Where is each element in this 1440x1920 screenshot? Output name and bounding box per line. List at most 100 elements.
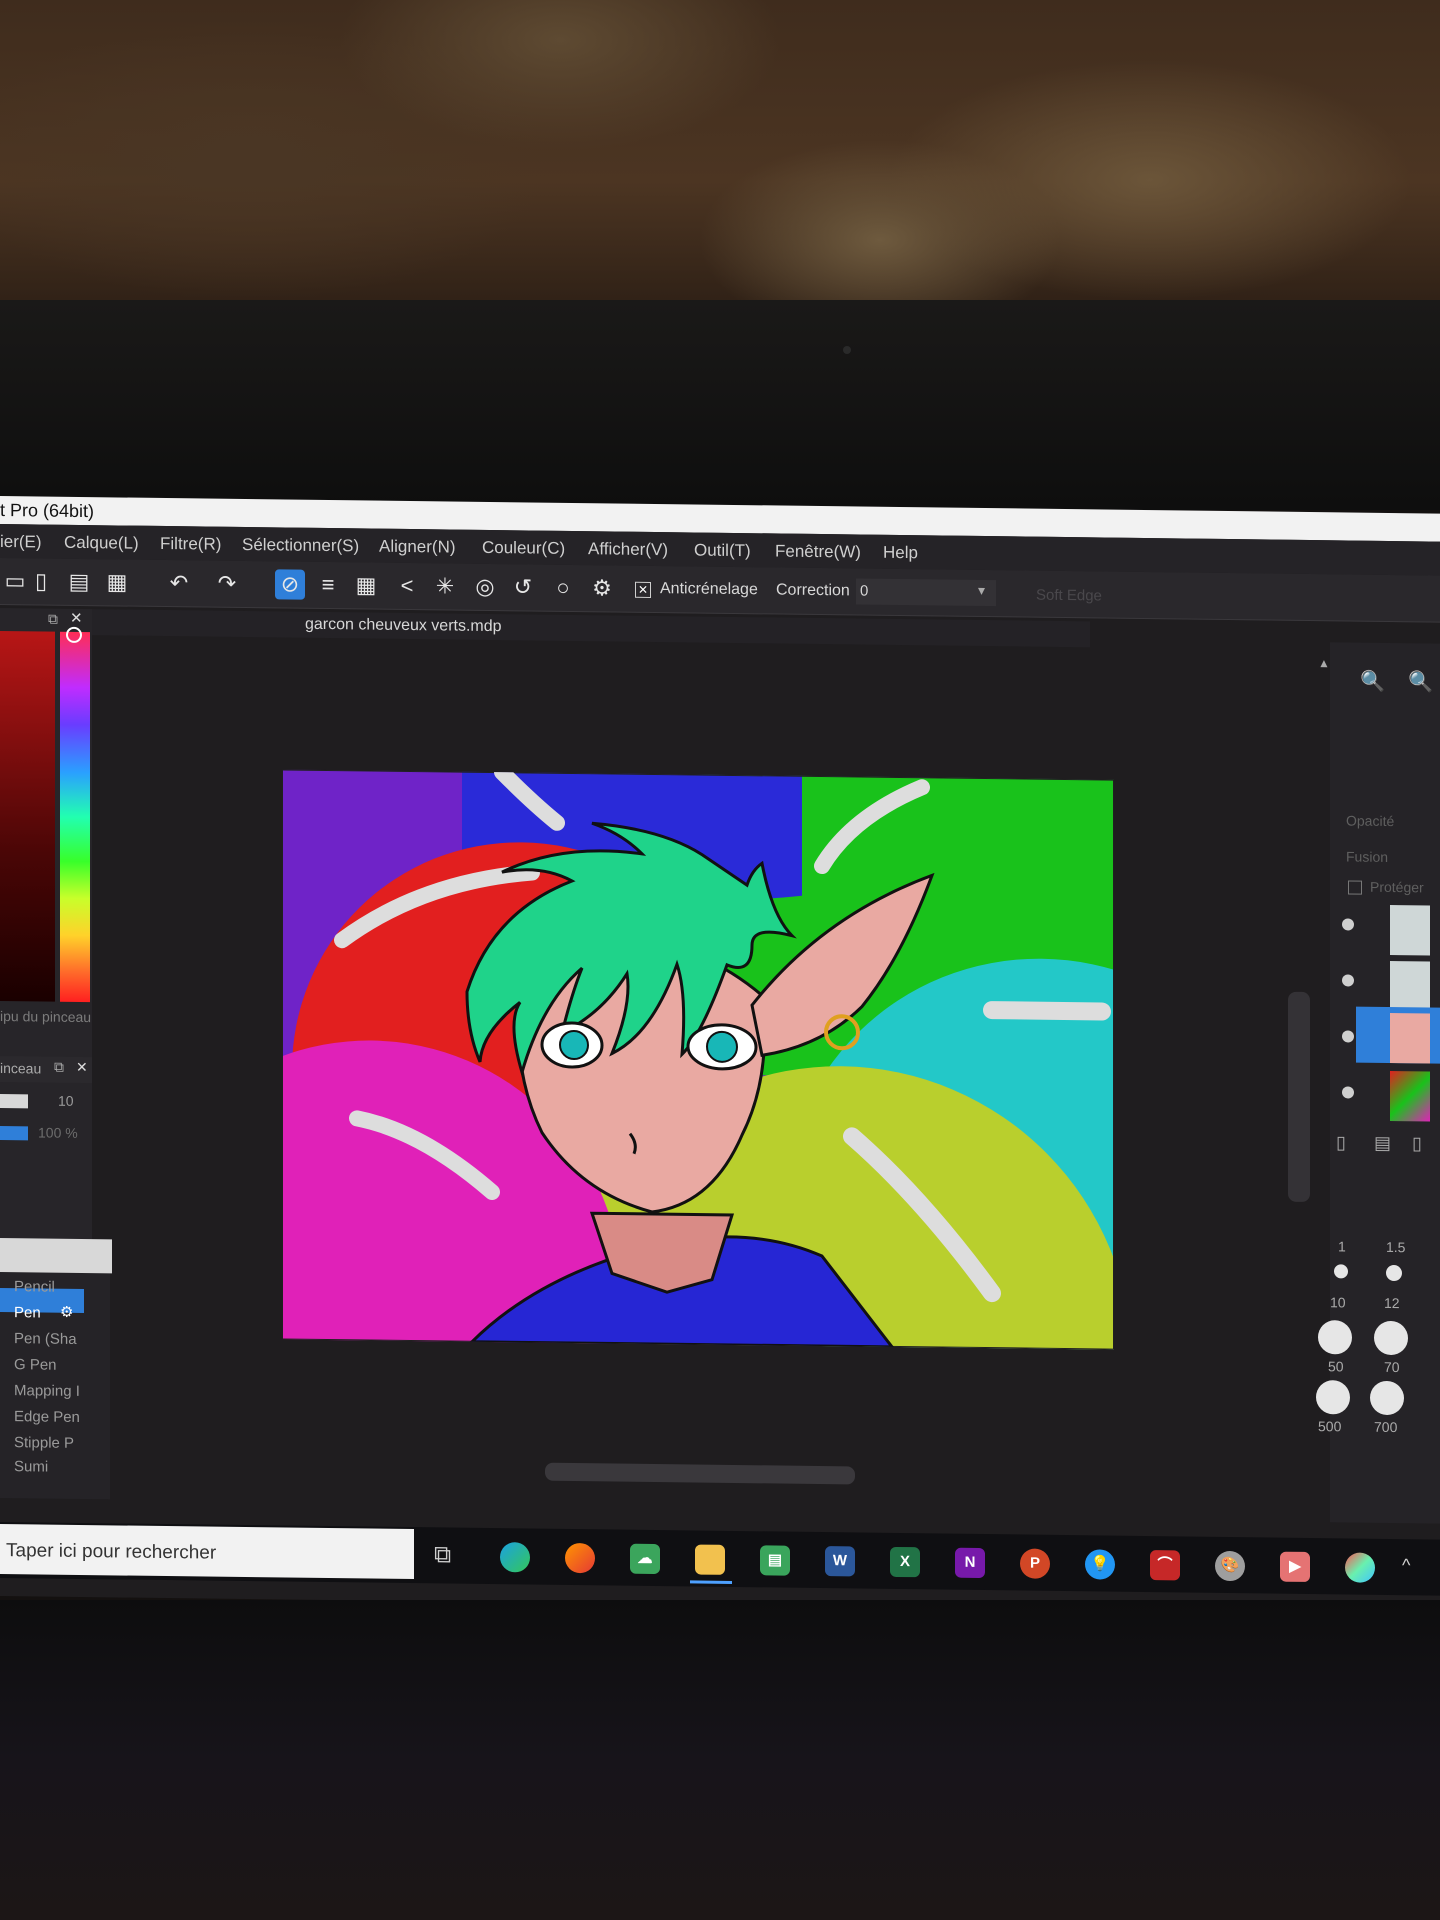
vanishing-point-icon[interactable]: < <box>392 571 422 601</box>
antialias-label: Anticrénelage <box>660 580 758 599</box>
brush-size-dot[interactable] <box>1316 1380 1350 1415</box>
brush-item-g-pen[interactable]: G Pen <box>14 1356 57 1374</box>
antialias-checkbox[interactable]: ✕ <box>635 581 651 598</box>
new-layer-1bit-icon[interactable]: ▯ <box>1412 1133 1422 1154</box>
zoom-out-icon[interactable]: 🔍 <box>1360 669 1385 694</box>
brush-panel-header: inceau ⧉ ✕ <box>0 1056 92 1084</box>
word-icon[interactable]: W <box>825 1546 855 1577</box>
new-layer-icon[interactable]: ▯ <box>1336 1132 1346 1153</box>
layer-visibility-icon[interactable] <box>1342 918 1354 931</box>
undo-icon[interactable]: ↶ <box>164 568 194 598</box>
search-placeholder: Taper ici pour rechercher <box>6 1540 217 1564</box>
brush-size-dot[interactable] <box>1370 1380 1404 1416</box>
scroll-up-icon[interactable]: ▲ <box>1318 656 1330 670</box>
layer-visibility-icon[interactable] <box>1342 1086 1354 1099</box>
brush-item-mapping[interactable]: Mapping I <box>14 1382 80 1400</box>
brush-item-stipple[interactable]: Stipple P <box>14 1434 74 1452</box>
settings-snap-icon[interactable]: ⚙ <box>587 573 617 603</box>
notes-icon[interactable]: ▤ <box>760 1545 790 1576</box>
panel-close-icon[interactable]: ✕ <box>70 609 83 627</box>
correction-dropdown[interactable]: 0 ▾ <box>856 578 996 607</box>
soft-edge-label: Soft Edge <box>1036 586 1102 605</box>
task-view-icon[interactable]: ⧉ <box>434 1541 451 1569</box>
parallel-snap-icon[interactable]: ≡ <box>313 570 343 600</box>
layout-icon[interactable]: ▤ <box>64 567 94 597</box>
menu-view[interactable]: Afficher(V) <box>588 539 668 560</box>
acrobat-icon[interactable]: ⌒ <box>1150 1550 1180 1581</box>
brush-size-dot[interactable] <box>1334 1264 1348 1279</box>
redo-icon[interactable]: ↷ <box>212 569 242 599</box>
brush-item-pen-shaded[interactable]: Pen (Sha <box>14 1330 77 1348</box>
onenote-icon[interactable]: N <box>955 1547 985 1579</box>
layer-thumbnail-4[interactable] <box>1390 1070 1430 1122</box>
brush-size-dot[interactable] <box>1374 1320 1408 1356</box>
menu-window[interactable]: Fenêtre(W) <box>775 541 861 562</box>
menu-file[interactable]: ier(E) <box>0 532 42 553</box>
brush-opacity-slider[interactable] <box>0 1126 28 1141</box>
chevron-up-icon[interactable]: ^ <box>1402 1555 1410 1576</box>
video-icon[interactable]: ▶ <box>1280 1551 1310 1583</box>
concentric-snap-icon[interactable]: ◎ <box>470 572 500 602</box>
cross-snap-icon[interactable]: ▦ <box>351 570 381 600</box>
brush-size-dot[interactable] <box>1318 1320 1352 1355</box>
menu-filter[interactable]: Filtre(R) <box>160 534 221 555</box>
firealpaca-icon[interactable] <box>1345 1552 1375 1583</box>
layer-thumbnail-2[interactable] <box>1390 960 1430 1012</box>
layer-thumbnail-3[interactable] <box>1390 1012 1430 1064</box>
zoom-in-icon[interactable]: 🔍 <box>1408 669 1433 694</box>
menu-layer[interactable]: Calque(L) <box>64 533 139 554</box>
brush-size-slider[interactable] <box>0 1094 28 1109</box>
menu-help[interactable]: Help <box>883 543 918 563</box>
gear-icon[interactable]: ⚙ <box>60 1303 73 1321</box>
layer-visibility-icon[interactable] <box>1342 974 1354 987</box>
excel-icon[interactable]: X <box>890 1546 920 1578</box>
brush-list-header <box>0 1238 112 1274</box>
panel-popout-icon[interactable]: ⧉ <box>48 611 58 628</box>
brush-size-dot[interactable] <box>1386 1264 1402 1282</box>
document-tab[interactable]: garcon cheuveux verts.mdp <box>305 616 502 636</box>
snap-off-icon[interactable]: ⊘ <box>275 569 305 600</box>
bulb-icon[interactable]: 💡 <box>1085 1549 1115 1580</box>
curve-snap-icon[interactable]: ↺ <box>508 572 538 602</box>
layer-thumbnail-1[interactable] <box>1390 904 1430 956</box>
file-explorer-icon[interactable] <box>695 1544 725 1575</box>
edge-icon[interactable] <box>500 1542 530 1573</box>
new-layer-8bit-icon[interactable]: ▤ <box>1374 1133 1391 1154</box>
paint-icon[interactable]: 🎨 <box>1215 1550 1245 1582</box>
correction-label: Correction <box>776 581 850 600</box>
powerpoint-icon[interactable]: P <box>1020 1548 1050 1579</box>
brush-size-500: 500 <box>1318 1418 1342 1435</box>
brush-size-1: 1 <box>1338 1238 1346 1255</box>
protect-checkbox[interactable] <box>1348 880 1362 895</box>
brush-item-pencil[interactable]: Pencil <box>14 1278 55 1295</box>
radial-snap-icon[interactable]: ✳ <box>430 571 460 601</box>
menu-color[interactable]: Couleur(C) <box>482 538 565 559</box>
grid-icon[interactable]: ▦ <box>102 567 132 597</box>
brush-item-sumi[interactable]: Sumi <box>14 1458 48 1475</box>
brush-item-edge-pen[interactable]: Edge Pen <box>14 1408 80 1426</box>
background-wall <box>0 0 1440 330</box>
brush-panel-popout-icon[interactable]: ⧉ <box>54 1059 64 1076</box>
menu-align[interactable]: Aligner(N) <box>379 537 456 558</box>
laptop-lower-bezel <box>0 1600 1440 1920</box>
hue-handle[interactable] <box>66 626 82 644</box>
horizontal-scrollbar[interactable] <box>545 1462 855 1485</box>
new-file-icon[interactable]: ▯ <box>26 566 56 596</box>
menu-tool[interactable]: Outil(T) <box>694 540 751 561</box>
brush-panel-close-icon[interactable]: ✕ <box>76 1059 88 1076</box>
hue-slider[interactable] <box>60 631 90 1003</box>
brush-size-12: 12 <box>1384 1294 1400 1312</box>
cloud-app-icon[interactable]: ☁ <box>630 1543 660 1575</box>
menu-select[interactable]: Sélectionner(S) <box>242 535 359 556</box>
layer-visibility-icon[interactable] <box>1342 1030 1354 1043</box>
right-iris <box>706 1030 738 1063</box>
drawing-canvas[interactable] <box>282 769 1114 1350</box>
vertical-scrollbar[interactable] <box>1288 991 1310 1203</box>
layer-blend-label: Fusion <box>1346 848 1389 865</box>
ellipse-snap-icon[interactable]: ○ <box>548 573 578 603</box>
brush-item-pen[interactable]: Pen <box>14 1304 41 1321</box>
firefox-icon[interactable] <box>565 1542 595 1574</box>
brush-size-1.5: 1.5 <box>1386 1238 1406 1256</box>
brush-size-50: 50 <box>1328 1358 1344 1375</box>
color-picker-square[interactable] <box>0 631 55 1002</box>
